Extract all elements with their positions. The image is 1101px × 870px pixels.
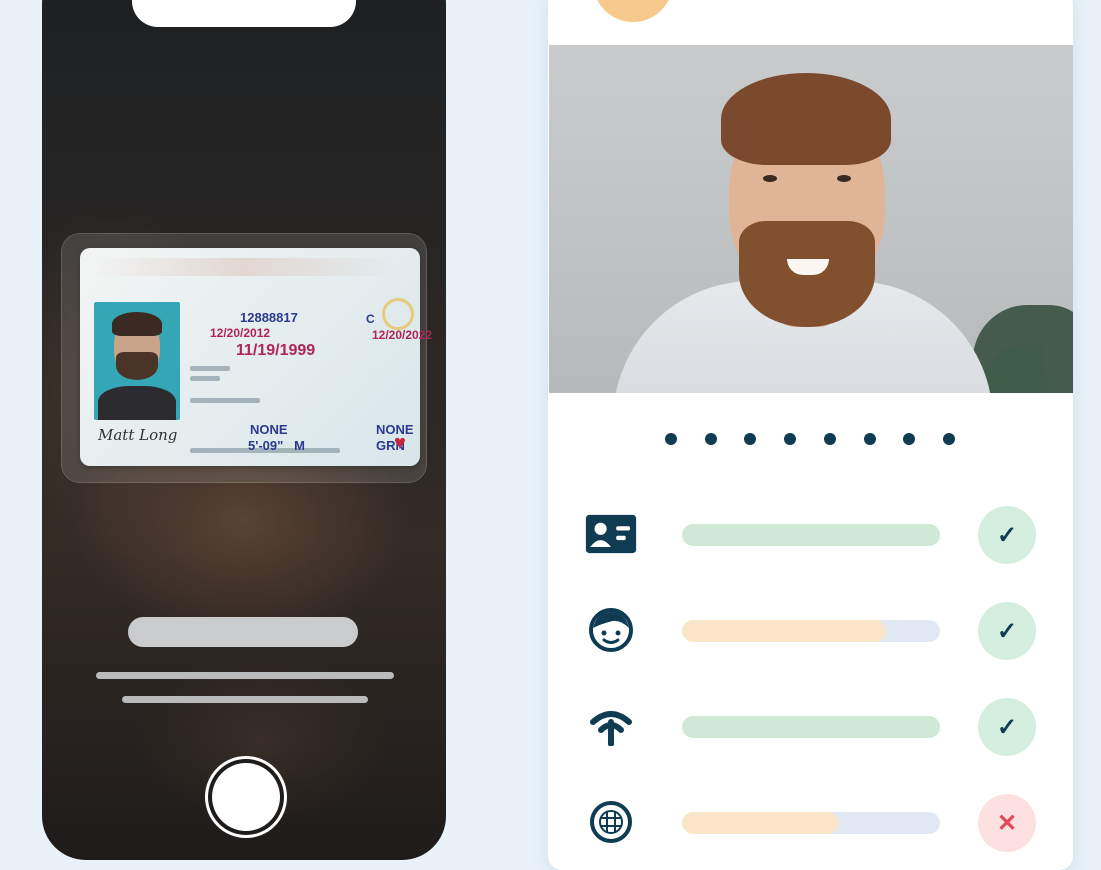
id-card-seal	[382, 298, 414, 330]
phone-camera-screen: 12888817 C 12/20/2012 12/20/2022 11/19/1…	[42, 0, 446, 860]
id-class: C	[366, 312, 375, 326]
check-pass-icon: ✓	[978, 602, 1036, 660]
check-progress-bar	[682, 812, 940, 834]
check-pass-icon: ✓	[978, 506, 1036, 564]
id-card-icon	[585, 508, 637, 560]
placeholder-text-line	[122, 696, 368, 703]
id-restrictions: NONE	[250, 422, 288, 437]
id-license-number: 12888817	[240, 310, 298, 325]
check-row-id-document: ✓	[585, 504, 1045, 564]
progress-dot	[903, 433, 916, 445]
heart-icon: ♥	[394, 432, 406, 454]
check-fail-icon: ✕	[978, 794, 1036, 852]
scan-status-pill	[128, 617, 358, 647]
placeholder-text-line	[96, 672, 394, 679]
id-dob: 11/19/1999	[236, 342, 316, 359]
check-progress-bar	[682, 524, 940, 546]
signal-icon	[585, 700, 637, 752]
progress-dot	[704, 433, 717, 445]
face-icon	[585, 604, 637, 656]
check-row-face: ✓	[585, 600, 1045, 660]
id-height-sex: 5'-09" M	[248, 438, 305, 453]
check-progress-bar	[682, 716, 940, 738]
check-row-network: ✓	[585, 696, 1045, 756]
progress-dot	[823, 433, 836, 445]
id-signature: Matt Long	[98, 426, 178, 444]
phone-notch	[132, 0, 356, 27]
selfie-photo	[549, 45, 1073, 393]
progress-dot	[665, 433, 677, 445]
id-issued-date: 12/20/2012	[210, 326, 271, 340]
check-progress-bar	[682, 620, 940, 642]
progress-dot	[744, 433, 757, 445]
check-pass-icon: ✓	[978, 698, 1036, 756]
id-card: 12888817 C 12/20/2012 12/20/2022 11/19/1…	[80, 248, 432, 466]
progress-dot	[863, 433, 876, 445]
capture-button[interactable]	[212, 763, 280, 831]
check-row-location: ✕	[585, 792, 1045, 852]
progress-dot	[784, 433, 797, 445]
id-card-photo	[94, 302, 180, 420]
globe-icon	[585, 796, 637, 848]
id-card-header	[94, 258, 394, 276]
progress-dot	[942, 433, 955, 445]
id-expiry-date: 12/20/2022	[372, 328, 433, 342]
progress-dots	[665, 433, 955, 447]
